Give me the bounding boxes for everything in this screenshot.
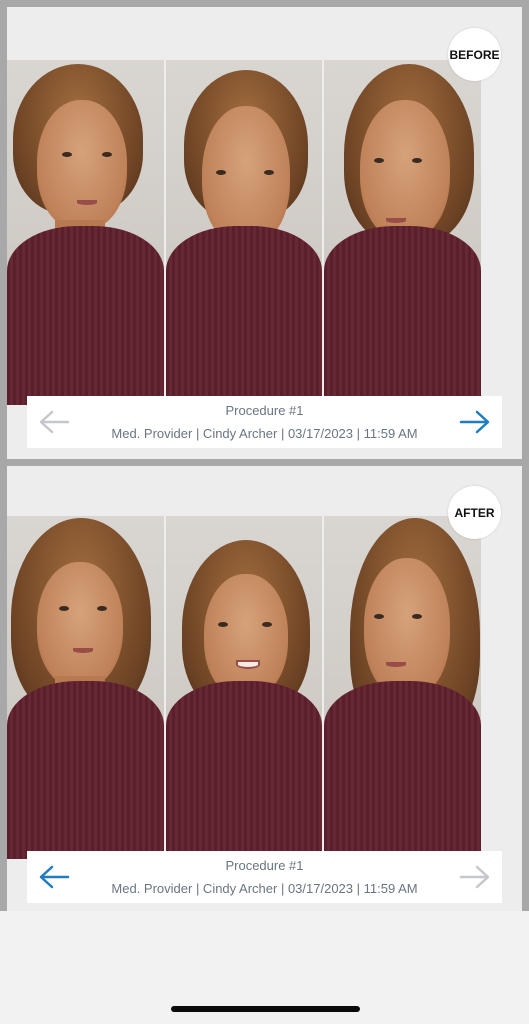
before-procedure-title: Procedure #1: [225, 403, 304, 418]
after-photo-strip: [7, 516, 482, 859]
after-procedure-meta: Med. Provider | Cindy Archer | 03/17/202…: [111, 881, 418, 896]
after-info-bar: Procedure #1 Med. Provider | Cindy Arche…: [27, 851, 502, 903]
after-next-arrow-icon[interactable]: [458, 861, 492, 893]
before-photo-right[interactable]: [324, 60, 482, 405]
after-panel: AFTER Procedure #1 Med. Provider | Cindy…: [0, 459, 529, 911]
before-panel: BEFORE Procedure #1 Med. Provider | Cind…: [0, 0, 529, 459]
before-next-arrow-icon[interactable]: [458, 406, 492, 438]
after-photo-right[interactable]: [324, 516, 482, 859]
after-prev-arrow-icon[interactable]: [37, 861, 71, 893]
before-photo-left[interactable]: [7, 60, 164, 405]
before-prev-arrow-icon[interactable]: [37, 406, 71, 438]
before-photo-strip: [7, 60, 482, 405]
before-info-bar: Procedure #1 Med. Provider | Cindy Arche…: [27, 396, 502, 448]
after-photo-front[interactable]: [165, 516, 323, 859]
after-badge: AFTER: [448, 486, 501, 539]
before-badge: BEFORE: [448, 28, 501, 81]
before-card: BEFORE Procedure #1 Med. Provider | Cind…: [7, 7, 522, 459]
home-indicator[interactable]: [171, 1006, 360, 1012]
after-procedure-title: Procedure #1: [225, 858, 304, 873]
after-card: AFTER Procedure #1 Med. Provider | Cindy…: [7, 466, 522, 911]
before-photo-front[interactable]: [165, 60, 323, 405]
after-photo-left[interactable]: [7, 516, 164, 859]
before-procedure-meta: Med. Provider | Cindy Archer | 03/17/202…: [111, 426, 418, 441]
